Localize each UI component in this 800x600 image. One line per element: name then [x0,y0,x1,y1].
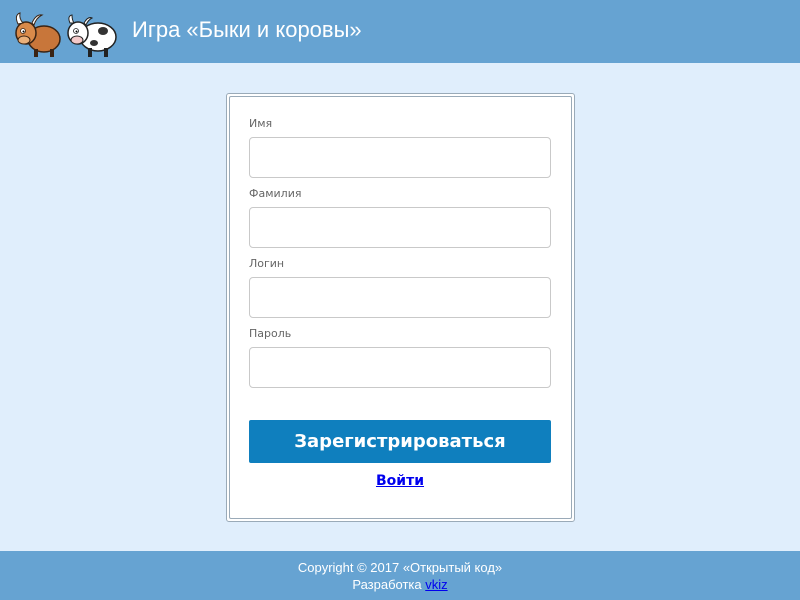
copyright-text: Copyright © 2017 «Открытый код» [297,560,503,575]
password-input[interactable] [249,347,551,388]
login-label: Логин [249,257,285,270]
last-name-input[interactable] [249,207,551,248]
developer-link[interactable]: vkiz [425,577,447,592]
password-label: Пароль [249,327,292,340]
register-button[interactable]: Зарегистрироваться [249,420,551,463]
last-name-label: Фамилия [249,187,302,200]
first-name-label: Имя [249,117,273,130]
footer: Copyright © 2017 «Открытый код» Разработ… [0,551,800,600]
bull-and-cow-logo-icon [15,12,117,57]
site-title: Игра «Быки и коровы» [132,17,362,42]
header-bar: Игра «Быки и коровы» [0,0,800,63]
first-name-input[interactable] [249,137,551,178]
developer-line: Разработка vkiz [0,577,800,592]
login-link[interactable]: Войти [249,473,551,489]
developer-prefix: Разработка [352,577,426,592]
login-input[interactable] [249,277,551,318]
